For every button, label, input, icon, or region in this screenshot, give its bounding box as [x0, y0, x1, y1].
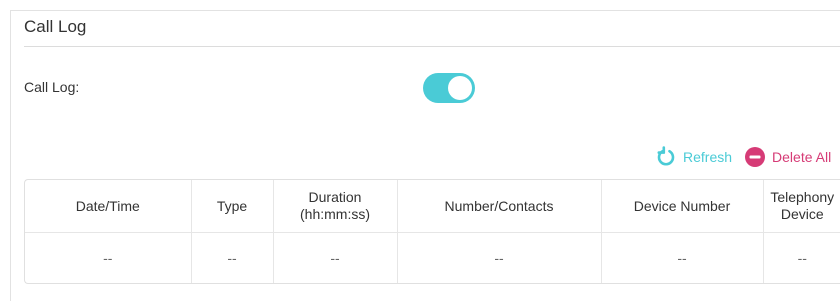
table-cell: -- [763, 232, 840, 283]
refresh-icon [655, 146, 677, 168]
header-line: Telephony [770, 189, 835, 205]
header-line-sub: (hh:mm:ss) [300, 206, 370, 222]
column-header-duration: Duration (hh:mm:ss) [273, 180, 398, 233]
column-header-device-number: Device Number [601, 180, 764, 233]
table-row: -- -- -- -- -- -- [25, 232, 840, 283]
delete-all-button[interactable]: Delete All [744, 146, 831, 168]
table-cell: -- [397, 232, 602, 283]
header-line: Device Number [633, 197, 731, 214]
call-log-toggle[interactable] [423, 73, 475, 103]
minus-circle-icon [744, 146, 766, 168]
column-header-type: Type [191, 180, 274, 233]
title-divider [24, 46, 840, 47]
table-cell: -- [25, 232, 192, 283]
header-line: Number/Contacts [444, 197, 554, 214]
header-line: Date/Time [75, 197, 140, 214]
table-cell: -- [191, 232, 274, 283]
refresh-button[interactable]: Refresh [655, 146, 732, 168]
table-cell: -- [601, 232, 764, 283]
table-header-row: Date/Time Type Duration (hh:mm:ss) Numbe… [25, 180, 840, 233]
column-header-telephony-device: Telephony Device [763, 180, 840, 233]
refresh-label: Refresh [683, 149, 733, 165]
call-log-table: Date/Time Type Duration (hh:mm:ss) Numbe… [24, 179, 840, 284]
header-line: Duration [308, 189, 362, 205]
header-line-sub: Device [780, 206, 824, 222]
section-title: Call Log [24, 17, 87, 36]
column-header-date-time: Date/Time [25, 180, 192, 233]
header-line: Type [216, 197, 248, 214]
toggle-knob [448, 76, 472, 100]
column-header-number-contacts: Number/Contacts [397, 180, 602, 233]
table-toolbar: Refresh Delete All [655, 146, 831, 168]
call-log-setting-label: Call Log: [24, 79, 80, 95]
delete-all-label: Delete All [772, 149, 832, 165]
table-cell: -- [273, 232, 398, 283]
